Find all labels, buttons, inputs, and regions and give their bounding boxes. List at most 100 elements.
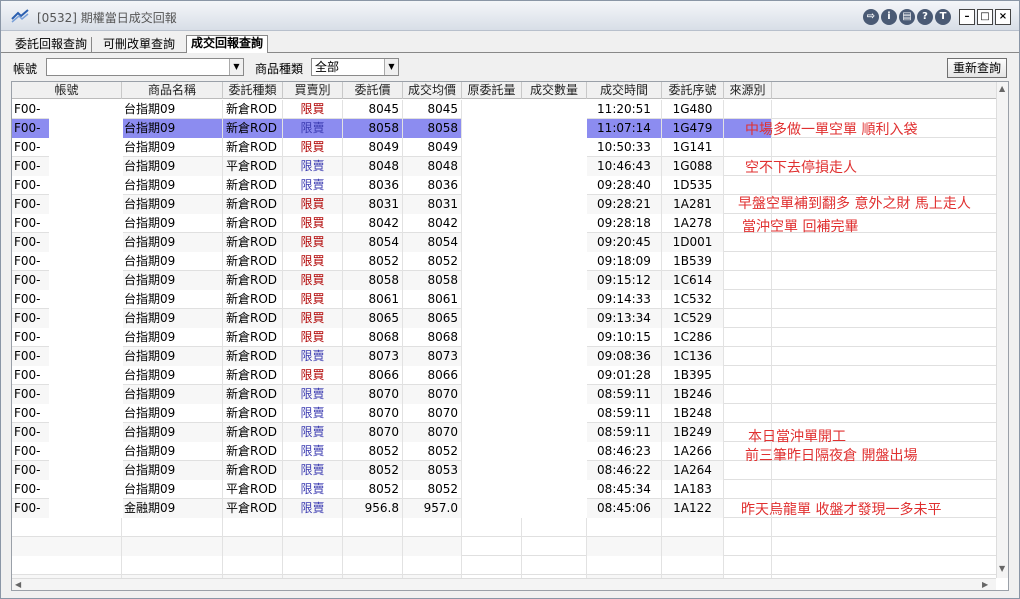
table-cell: 09:28:18 <box>587 214 662 233</box>
column-header[interactable]: 帳號 <box>12 82 122 99</box>
trade-note: 中場多做一單空單 順利入袋 <box>745 122 918 138</box>
toolbar-t-icon[interactable]: T <box>935 9 951 25</box>
table-cell: 1G088 <box>662 157 724 176</box>
table-cell <box>403 518 462 537</box>
table-cell: 新倉ROD <box>223 404 283 423</box>
column-header[interactable]: 委託價 <box>343 82 403 99</box>
table-cell <box>462 556 522 575</box>
table-cell <box>772 404 996 423</box>
title-bar: [0532] 期權當日成交回報 ⇨ i ▤ ? T – □ × <box>1 1 1019 31</box>
table-cell: 8036 <box>403 176 462 195</box>
table-cell <box>724 385 772 404</box>
table-cell: 1A122 <box>662 499 724 518</box>
column-header[interactable]: 委託序號 <box>662 82 724 99</box>
table-cell: 09:13:34 <box>587 309 662 328</box>
table-cell: 8061 <box>403 290 462 309</box>
column-header[interactable]: 買賣別 <box>283 82 343 99</box>
table-cell <box>223 518 283 537</box>
table-cell: 1G479 <box>662 119 724 138</box>
product-type-select[interactable]: 全部 ▼ <box>311 58 399 76</box>
table-cell: 8048 <box>403 157 462 176</box>
minimize-icon[interactable]: – <box>959 9 975 25</box>
table-cell: 限賣 <box>283 404 343 423</box>
table-cell <box>772 290 996 309</box>
table-row[interactable] <box>12 537 996 556</box>
maximize-icon[interactable]: □ <box>977 9 993 25</box>
table-cell: 8065 <box>403 309 462 328</box>
column-header[interactable]: 成交時間 <box>587 82 662 99</box>
column-header[interactable]: 原委託量 <box>462 82 522 99</box>
table-cell <box>772 252 996 271</box>
table-cell <box>122 518 223 537</box>
column-header[interactable]: 成交數量 <box>522 82 587 99</box>
table-cell: 8052 <box>403 252 462 271</box>
table-cell: 8052 <box>343 461 403 480</box>
table-cell: 1G141 <box>662 138 724 157</box>
table-cell: 1B395 <box>662 366 724 385</box>
table-cell: 限買 <box>283 328 343 347</box>
column-header[interactable]: 成交均價 <box>403 82 462 99</box>
scroll-up-icon[interactable]: ▲ <box>999 84 1005 93</box>
column-header[interactable]: 商品名稱 <box>122 82 223 99</box>
chevron-down-icon[interactable]: ▼ <box>229 59 243 75</box>
info-icon[interactable]: i <box>881 9 897 25</box>
chevron-down-icon[interactable]: ▼ <box>384 59 398 75</box>
table-cell <box>522 518 587 537</box>
table-cell: 1A183 <box>662 480 724 499</box>
table-cell: 限賣 <box>283 442 343 461</box>
table-cell: 09:08:36 <box>587 347 662 366</box>
filter-bar: 帳號 ▼ 商品種類 全部 ▼ <box>1 54 1019 78</box>
table-cell: 1A278 <box>662 214 724 233</box>
table-cell: 8070 <box>343 423 403 442</box>
table-cell: 8066 <box>343 366 403 385</box>
trade-note: 昨天烏龍單 收盤才發現一多未平 <box>741 502 942 518</box>
tab-fill-report[interactable]: 成交回報查詢 <box>186 35 269 53</box>
table-cell: 台指期09 <box>122 271 223 290</box>
export-icon[interactable]: ⇨ <box>863 9 879 25</box>
table-cell: 8052 <box>403 480 462 499</box>
table-cell: 8058 <box>403 119 462 138</box>
table-cell: 09:10:15 <box>587 328 662 347</box>
table-cell: 8068 <box>403 328 462 347</box>
scroll-right-icon[interactable]: ▶ <box>982 580 988 589</box>
help-icon[interactable]: ? <box>917 9 933 25</box>
vertical-scrollbar[interactable]: ▲ ▼ <box>996 82 1008 578</box>
horizontal-scrollbar[interactable]: ◀ ▶ <box>12 578 996 590</box>
table-cell: 8061 <box>343 290 403 309</box>
table-cell: 8042 <box>343 214 403 233</box>
table-cell: 10:46:43 <box>587 157 662 176</box>
close-icon[interactable]: × <box>995 9 1011 25</box>
table-cell: 8054 <box>343 233 403 252</box>
scroll-left-icon[interactable]: ◀ <box>15 580 21 589</box>
column-header[interactable]: 委託種類 <box>223 82 283 99</box>
table-row[interactable] <box>12 518 996 537</box>
table-cell: 8053 <box>403 461 462 480</box>
table-cell: 限買 <box>283 100 343 119</box>
table-cell: 平倉ROD <box>223 499 283 518</box>
table-cell: 新倉ROD <box>223 233 283 252</box>
table-cell <box>772 100 996 119</box>
table-cell: 台指期09 <box>122 100 223 119</box>
table-cell: 新倉ROD <box>223 214 283 233</box>
table-cell: 8052 <box>343 442 403 461</box>
table-cell <box>772 271 996 290</box>
table-cell <box>724 366 772 385</box>
column-header[interactable]: 來源別 <box>724 82 772 99</box>
table-cell: 新倉ROD <box>223 290 283 309</box>
scroll-down-icon[interactable]: ▼ <box>999 564 1005 573</box>
tab-modifiable-orders[interactable]: 可刪改單查詢 <box>99 37 179 53</box>
table-cell: 1G480 <box>662 100 724 119</box>
table-cell <box>772 347 996 366</box>
table-cell: 08:45:34 <box>587 480 662 499</box>
table-cell: 09:28:40 <box>587 176 662 195</box>
account-select[interactable]: ▼ <box>46 58 244 76</box>
table-cell: 新倉ROD <box>223 385 283 404</box>
table-cell <box>223 537 283 556</box>
print-icon[interactable]: ▤ <box>899 9 915 25</box>
table-cell <box>587 518 662 537</box>
table-row[interactable] <box>12 556 996 575</box>
table-cell: 限買 <box>283 214 343 233</box>
table-cell <box>772 480 996 499</box>
tab-order-report[interactable]: 委託回報查詢 <box>11 37 93 53</box>
refresh-button[interactable]: 重新查詢 <box>947 58 1007 78</box>
